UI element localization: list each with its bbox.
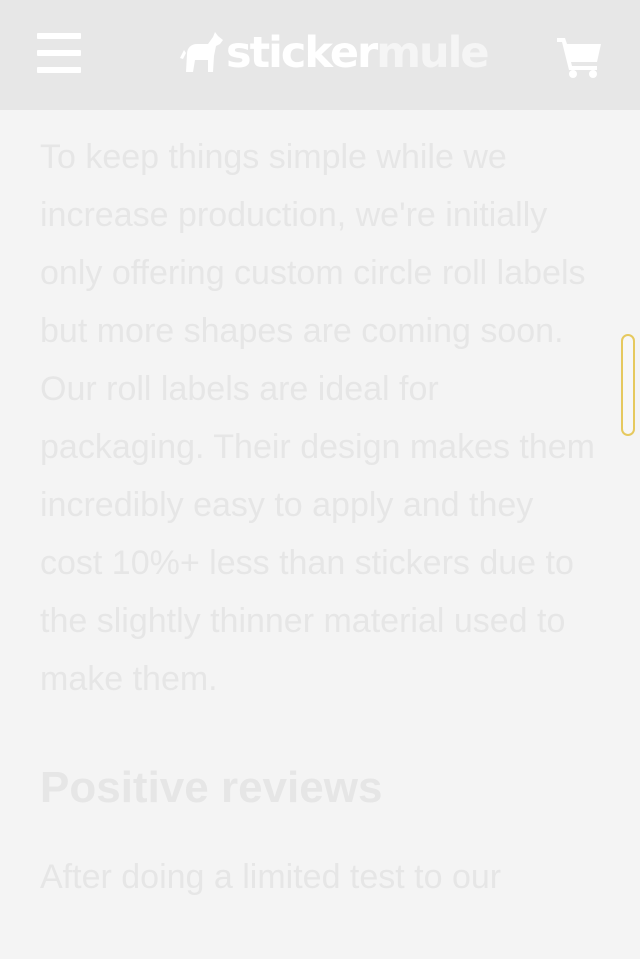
- mule-logo-icon: [180, 32, 223, 72]
- stickermule-logo[interactable]: stickermule: [180, 28, 490, 78]
- intro-paragraph: To keep things simple while we increase …: [40, 138, 596, 698]
- top-nav-bar: stickermule: [0, 0, 640, 110]
- scrollbar-handle[interactable]: [621, 334, 635, 436]
- logo-wordmark: stickermule: [226, 25, 490, 81]
- article-content: To keep things simple while we increase …: [40, 128, 600, 906]
- hamburger-menu-icon[interactable]: [37, 33, 81, 73]
- logo-text-sticker: sticker: [226, 28, 378, 78]
- section-paragraph: After doing a limited test to our: [40, 858, 502, 896]
- section-heading: Positive reviews: [40, 763, 383, 812]
- shopping-cart-icon[interactable]: [557, 36, 603, 78]
- logo-text-mule: mule: [376, 28, 489, 78]
